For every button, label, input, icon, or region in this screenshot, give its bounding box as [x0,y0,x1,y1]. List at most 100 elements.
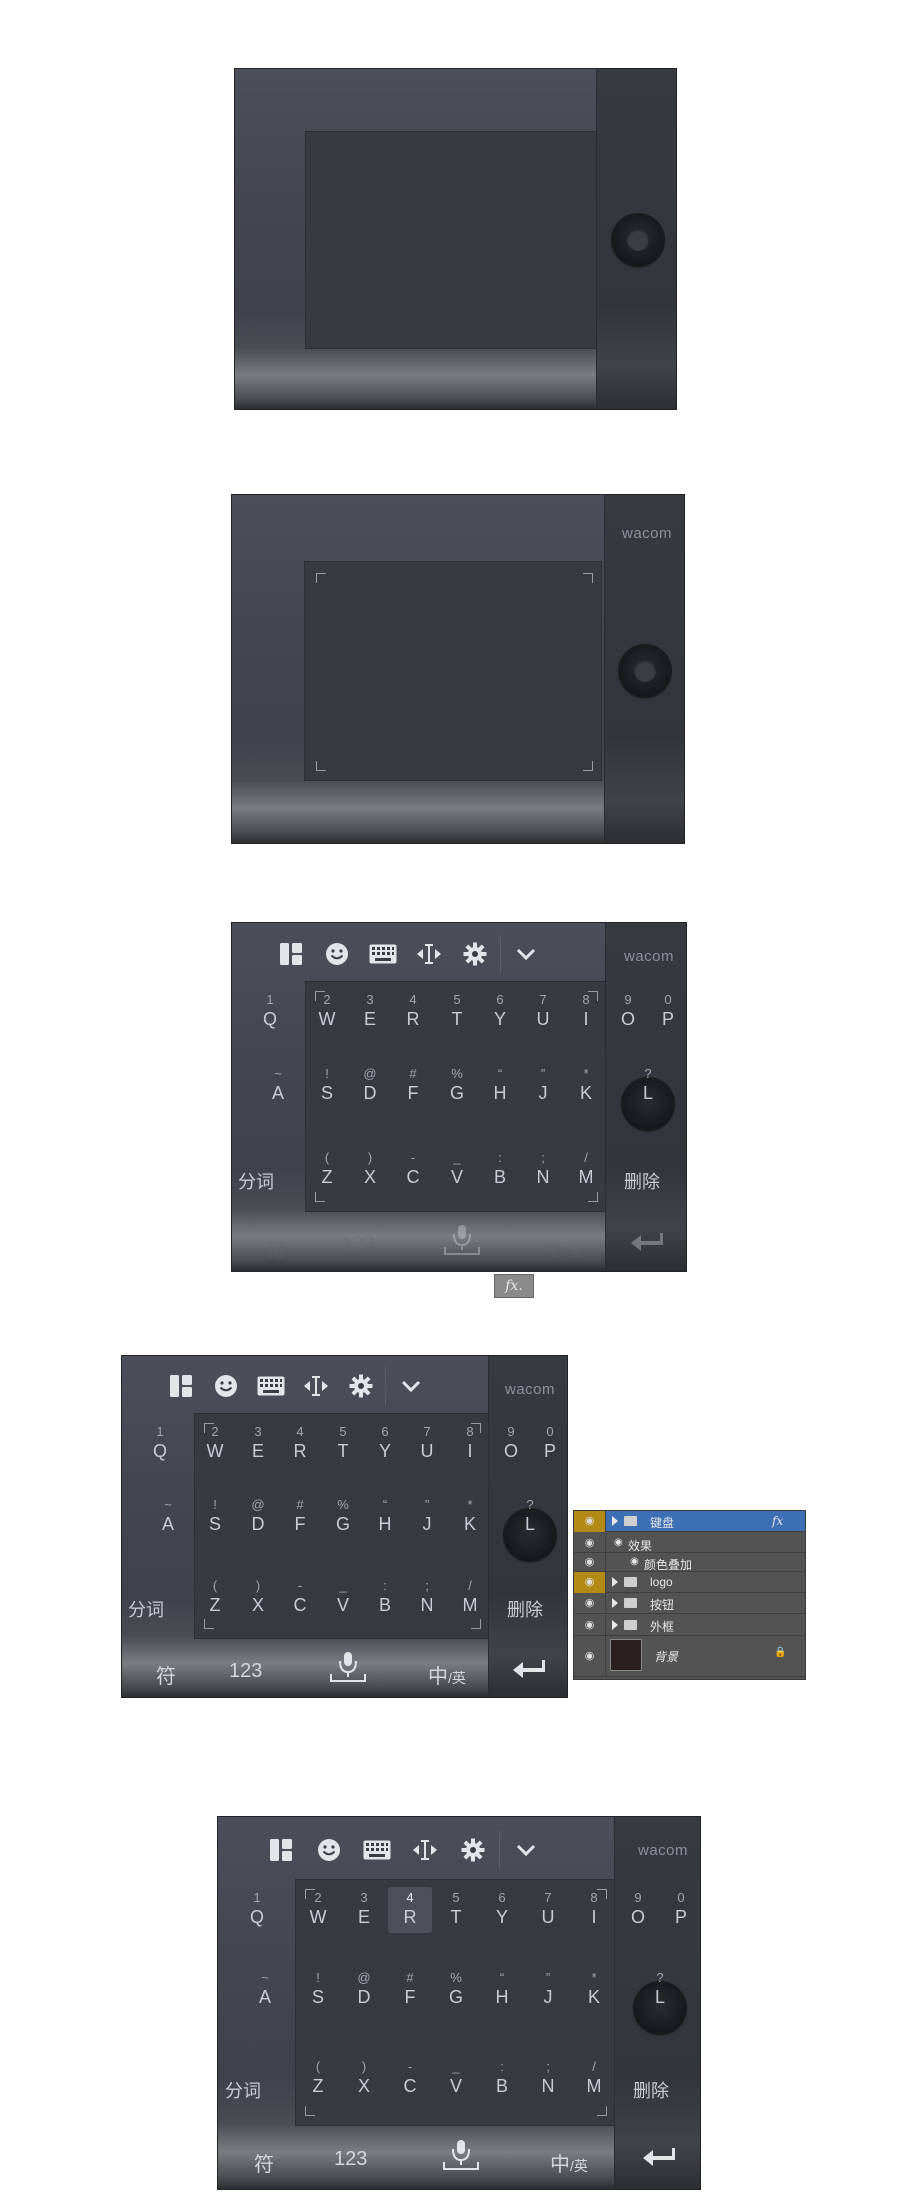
key-k[interactable]: * K [572,1970,616,2008]
key-f[interactable]: # F [278,1497,322,1535]
visibility-eye-icon[interactable]: ◉ [574,1593,606,1614]
chevron-down-icon[interactable] [502,1830,550,1870]
key-l[interactable]: ? L [508,1497,552,1535]
cursor-move-icon[interactable] [401,1830,449,1870]
key-h[interactable]: “H [478,1066,522,1104]
key-o[interactable]: 9O [489,1421,533,1467]
key-s[interactable]: ! S [296,1970,340,2008]
key-s[interactable]: ! S [193,1497,237,1535]
key-l[interactable]: ? L [638,1970,682,2008]
delete-key[interactable]: 删除 [507,1596,543,1622]
key-n[interactable]: ; N [521,1150,565,1188]
key-g[interactable]: % G [321,1497,365,1535]
key-m[interactable]: / M [448,1578,492,1616]
symbol-key[interactable]: 符 [156,1660,176,1689]
emoji-icon[interactable] [314,934,360,974]
key-r[interactable]: 4R [391,989,435,1035]
key-y[interactable]: 6Y [363,1421,407,1467]
key-y[interactable]: 6Y [478,989,522,1035]
layer-row[interactable]: ◉ ◉ 效果 [574,1534,805,1553]
key-p[interactable]: 0P [659,1887,700,1933]
emoji-icon[interactable] [305,1830,353,1870]
key-h[interactable]: “H [480,1970,524,2008]
fx-button[interactable]: fx. [494,1274,534,1298]
key-y[interactable]: 6Y [480,1887,524,1933]
key-n[interactable]: ; N [405,1578,449,1616]
key-i[interactable]: 8I [448,1421,492,1467]
key-i[interactable]: 8I [564,989,608,1035]
key-v[interactable]: _ V [321,1578,365,1616]
key-b[interactable]: :B [363,1578,407,1616]
key-d[interactable]: @ D [236,1497,280,1535]
enter-icon[interactable] [512,1659,548,1687]
key-d[interactable]: @ D [342,1970,386,2008]
split-word-key[interactable]: 分词 [225,2077,261,2103]
layer-row[interactable]: ◉ 背景 🔒 [574,1635,805,1677]
key-k[interactable]: * K [448,1497,492,1535]
layer-row[interactable]: ◉ 外框 [574,1615,805,1636]
key-a[interactable]: ~ A [256,1066,300,1104]
visibility-eye-icon[interactable]: ◉ [574,1511,606,1532]
expand-arrow-icon[interactable] [612,1620,618,1630]
key-w[interactable]: 2W [296,1887,340,1933]
key-m[interactable]: / M [564,1150,608,1188]
key-q[interactable]: 1Q [248,989,292,1035]
key-z[interactable]: (Z [193,1578,237,1616]
layout-icon[interactable] [257,1830,305,1870]
expand-arrow-icon[interactable] [612,1577,618,1587]
layer-row[interactable]: ◉ 按钮 [574,1593,805,1614]
visibility-eye-icon[interactable]: ◉ [574,1572,606,1593]
key-x[interactable]: ) X [236,1578,280,1616]
delete-key[interactable]: 删除 [633,2077,669,2103]
key-g[interactable]: % G [435,1066,479,1104]
keyboard-icon[interactable] [353,1830,401,1870]
microphone-icon[interactable] [441,2140,481,2178]
symbol-key[interactable]: 符 [266,1233,286,1262]
keyboard-icon[interactable] [360,934,406,974]
expand-arrow-icon[interactable] [612,1516,618,1526]
key-b[interactable]: :B [480,2059,524,2097]
key-n[interactable]: ; N [526,2059,570,2097]
enter-icon[interactable] [642,2147,678,2175]
numeric-key[interactable]: 123 [341,1233,374,1256]
key-e[interactable]: 3E [236,1421,280,1467]
key-e[interactable]: 3E [342,1887,386,1933]
layout-icon[interactable] [158,1366,203,1406]
effect-eye-icon[interactable]: ◉ [630,1556,639,1567]
language-switch-key[interactable]: 中/英 [550,2148,588,2177]
key-m[interactable]: / M [572,2059,616,2097]
split-word-key[interactable]: 分词 [128,1596,164,1622]
key-j[interactable]: ” J [405,1497,449,1535]
visibility-eye-icon[interactable]: ◉ [574,1553,606,1572]
gear-icon[interactable] [338,1366,383,1406]
visibility-eye-icon[interactable]: ◉ [574,1534,606,1553]
visibility-eye-icon[interactable]: ◉ [574,1635,606,1677]
key-j[interactable]: ” J [521,1066,565,1104]
numeric-key[interactable]: 123 [229,1660,262,1683]
key-p[interactable]: 0P [646,989,686,1035]
key-j[interactable]: ” J [526,1970,570,2008]
key-o[interactable]: 9O [616,1887,660,1933]
visibility-eye-icon[interactable]: ◉ [574,1615,606,1636]
key-f[interactable]: # F [391,1066,435,1104]
cursor-move-icon[interactable] [406,934,452,974]
key-u[interactable]: 7U [526,1887,570,1933]
chevron-down-icon[interactable] [503,934,549,974]
key-t[interactable]: 5T [321,1421,365,1467]
key-h[interactable]: “H [363,1497,407,1535]
key-g[interactable]: % G [434,1970,478,2008]
key-q[interactable]: 1Q [138,1421,182,1467]
key-e[interactable]: 3E [348,989,392,1035]
cursor-move-icon[interactable] [293,1366,338,1406]
layer-row[interactable]: ◉ 键盘 fx [574,1511,805,1532]
key-d[interactable]: @ D [348,1066,392,1104]
layout-icon[interactable] [268,934,314,974]
layer-row[interactable]: ◉ ◉ 颜色叠加 [574,1553,805,1572]
key-x[interactable]: ) X [348,1150,392,1188]
key-z[interactable]: (Z [305,1150,349,1188]
gear-icon[interactable] [449,1830,497,1870]
key-o[interactable]: 9O [606,989,650,1035]
key-r[interactable]: 4R [388,1887,432,1933]
key-v[interactable]: _ V [435,1150,479,1188]
key-l[interactable]: ? L [626,1066,670,1104]
